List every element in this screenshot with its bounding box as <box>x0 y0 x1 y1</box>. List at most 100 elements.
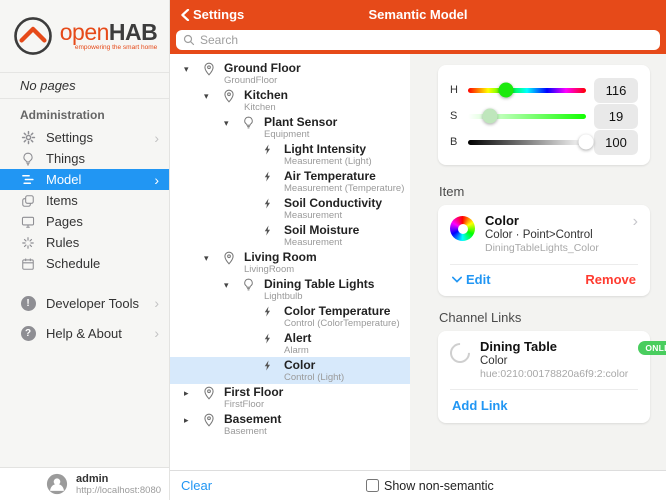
hue-slider-row: H 116 <box>450 77 638 103</box>
saturation-value: 19 <box>594 104 638 129</box>
tree-node[interactable]: ▾ KitchenKitchen <box>170 87 410 114</box>
search-icon <box>183 34 195 46</box>
tree-node-selected[interactable]: ColorControl (Light) <box>170 357 410 384</box>
bottom-toolbar: Clear Show non-semantic <box>170 470 666 500</box>
search-input[interactable] <box>200 33 653 47</box>
tree-node[interactable]: Color TemperatureControl (ColorTemperatu… <box>170 303 410 330</box>
sidebar-item-developer-tools[interactable]: ! Developer Tools › <box>0 288 169 318</box>
logo-wordmark: openHAB <box>60 21 158 43</box>
item-type: Color · Point>Control <box>485 228 599 242</box>
sidebar-item-help-about[interactable]: ? Help & About › <box>0 318 169 348</box>
hue-slider-knob[interactable] <box>499 83 514 98</box>
user-account-row[interactable]: admin http://localhost:8080 <box>0 467 169 500</box>
openhab-roof-circle-icon <box>12 15 54 57</box>
add-link-button[interactable]: Add Link <box>450 389 638 423</box>
brightness-slider[interactable] <box>468 140 586 145</box>
channel-link-row[interactable]: Dining Table Color hue:0210:00178820a6f9… <box>450 340 638 381</box>
edit-button[interactable]: Edit <box>452 272 491 287</box>
tree-node-title: Basement <box>224 413 281 425</box>
tree-node-title: First Floor <box>224 386 283 398</box>
tree-node-title: Color Temperature <box>284 305 400 317</box>
sidebar-item-label: Rules <box>46 235 79 250</box>
expand-arrow-icon[interactable]: ▾ <box>224 116 242 130</box>
clear-button[interactable]: Clear <box>181 478 212 493</box>
model-tree-icon <box>20 172 36 188</box>
expand-arrow-icon[interactable]: ▾ <box>204 251 222 265</box>
brightness-label: B <box>450 136 460 148</box>
sidebar-item-items[interactable]: Items <box>0 190 169 211</box>
channel-link-subtitle: Color <box>480 354 628 368</box>
tree-node-subtitle: Alarm <box>284 345 311 356</box>
tree-node-title: Ground Floor <box>224 62 301 74</box>
administration-section-label: Administration <box>0 99 169 127</box>
item-row[interactable]: Color Color · Point>Control DiningTableL… <box>450 214 638 255</box>
sidebar-item-label: Schedule <box>46 256 100 271</box>
brightness-value: 100 <box>594 130 638 155</box>
tree-node[interactable]: AlertAlarm <box>170 330 410 357</box>
item-name: DiningTableLights_Color <box>485 242 599 255</box>
location-pin-icon <box>202 413 217 427</box>
sidebar-item-schedule[interactable]: Schedule <box>0 253 169 274</box>
tree-node-subtitle: Control (ColorTemperature) <box>284 318 400 329</box>
tree-node[interactable]: Air TemperatureMeasurement (Temperature) <box>170 168 410 195</box>
tree-node[interactable]: ▾ Dining Table LightsLightbulb <box>170 276 410 303</box>
expand-arrow-icon[interactable]: ▸ <box>184 386 202 400</box>
bolt-icon <box>262 170 277 183</box>
hue-slider[interactable] <box>468 88 586 93</box>
location-pin-icon <box>202 386 217 400</box>
tree-node-title: Dining Table Lights <box>264 278 374 290</box>
tree-node[interactable]: ▾ Ground FloorGroundFloor <box>170 60 410 87</box>
sidebar-item-label: Items <box>46 193 78 208</box>
channel-id: hue:0210:00178820a6f9:2:color <box>480 368 628 381</box>
bolt-icon <box>262 224 277 237</box>
location-pin-icon <box>222 89 237 103</box>
expand-arrow-icon[interactable]: ▾ <box>184 62 202 76</box>
tree-node[interactable]: ▾ Plant SensorEquipment <box>170 114 410 141</box>
sparkle-icon <box>20 235 36 251</box>
logo-tagline: empowering the smart home <box>75 44 157 51</box>
saturation-slider[interactable] <box>468 114 586 119</box>
tree-node-subtitle: Lightbulb <box>264 291 374 302</box>
show-non-semantic-toggle[interactable]: Show non-semantic <box>366 479 494 493</box>
sidebar-item-pages[interactable]: Pages <box>0 211 169 232</box>
chevron-left-icon <box>180 9 190 21</box>
search-bar[interactable] <box>176 30 660 50</box>
tree-node[interactable]: Light IntensityMeasurement (Light) <box>170 141 410 168</box>
sidebar-item-settings[interactable]: Settings › <box>0 127 169 148</box>
sidebar-item-label: Settings <box>46 130 93 145</box>
tree-node-subtitle: Equipment <box>264 129 337 140</box>
chevron-down-icon <box>452 276 462 283</box>
logo-hab-text: HAB <box>109 19 157 45</box>
tree-node[interactable]: Soil ConductivityMeasurement <box>170 195 410 222</box>
brightness-slider-knob[interactable] <box>579 135 594 150</box>
tree-node-subtitle: LivingRoom <box>244 264 317 275</box>
location-pin-icon <box>222 251 237 265</box>
sidebar-item-label: Help & About <box>46 326 122 341</box>
remove-button[interactable]: Remove <box>585 272 636 287</box>
sidebar-item-rules[interactable]: Rules <box>0 232 169 253</box>
hsb-color-picker: H 116 S 19 B 100 <box>438 65 650 165</box>
gear-icon <box>20 130 36 146</box>
sidebar-item-label: Pages <box>46 214 83 229</box>
tree-node[interactable]: Soil MoistureMeasurement <box>170 222 410 249</box>
tree-node-subtitle: Measurement <box>284 237 359 248</box>
sidebar-item-model[interactable]: Model › <box>0 169 169 190</box>
calendar-icon <box>20 256 36 272</box>
item-title: Color <box>485 214 599 228</box>
saturation-slider-knob[interactable] <box>483 109 498 124</box>
sidebar-item-things[interactable]: Things <box>0 148 169 169</box>
show-non-semantic-checkbox[interactable] <box>366 479 379 492</box>
show-non-semantic-label: Show non-semantic <box>384 479 494 493</box>
tree-node-title: Kitchen <box>244 89 288 101</box>
expand-arrow-icon[interactable]: ▸ <box>184 413 202 427</box>
expand-arrow-icon[interactable]: ▾ <box>224 278 242 292</box>
tree-node[interactable]: ▸ BasementBasement <box>170 411 410 438</box>
expand-arrow-icon[interactable]: ▾ <box>204 89 222 103</box>
tree-node[interactable]: ▸ First FloorFirstFloor <box>170 384 410 411</box>
lightbulb-icon <box>242 116 257 129</box>
tree-node-subtitle: Measurement <box>284 210 382 221</box>
lightbulb-icon <box>20 151 36 167</box>
back-button[interactable]: Settings <box>180 7 244 22</box>
tree-node[interactable]: ▾ Living RoomLivingRoom <box>170 249 410 276</box>
sidebar-item-label: Things <box>46 151 85 166</box>
